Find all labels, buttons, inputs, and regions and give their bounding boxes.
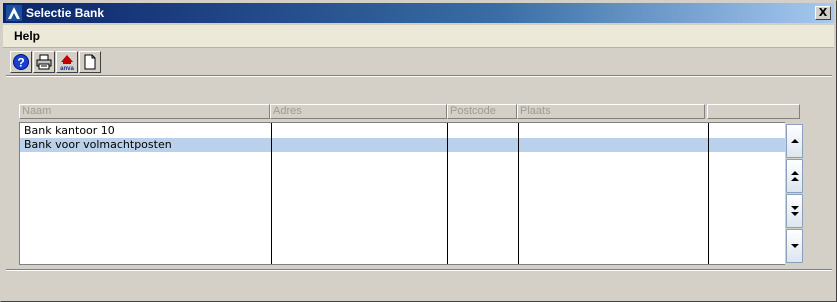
scroll-page-up-button[interactable] — [786, 159, 803, 193]
title-bar[interactable]: Selectie Bank X — [3, 3, 834, 23]
column-header-postcode[interactable]: Postcode — [447, 104, 517, 119]
scroll-bottom-button[interactable] — [786, 229, 803, 263]
column-header-naam-label: Naam — [22, 105, 52, 117]
arrow-up-icon — [790, 139, 799, 143]
scroll-page-down-button[interactable] — [786, 194, 803, 228]
column-separator — [708, 123, 709, 264]
help-button[interactable]: ? — [10, 51, 32, 73]
arrow-down-icon — [790, 212, 799, 216]
column-separator — [271, 123, 272, 264]
column-header-extra[interactable] — [707, 104, 800, 119]
cell-naam: Bank kantoor 10 — [24, 124, 115, 137]
cell-naam: Bank voor volmachtposten — [24, 138, 172, 151]
anva-logo-text: anva — [60, 66, 74, 71]
table-row[interactable]: Bank kantoor 10 — [20, 124, 785, 138]
arrow-down-icon — [790, 206, 799, 210]
grid-scrollbar[interactable] — [785, 122, 804, 265]
new-document-button[interactable] — [79, 51, 101, 73]
scroll-top-button[interactable] — [786, 124, 803, 158]
menu-help-label: Help — [14, 29, 41, 43]
arrow-up-icon — [790, 171, 799, 175]
selectie-bank-window: Selectie Bank X Help ? anva Naam Adres P… — [0, 0, 837, 302]
app-logo-icon — [6, 5, 22, 21]
status-divider — [6, 269, 832, 271]
column-header-plaats[interactable]: Plaats — [517, 104, 705, 119]
column-separator — [518, 123, 519, 264]
menu-bar: Help — [3, 25, 834, 48]
table-row-selected[interactable]: Bank voor volmachtposten — [20, 138, 785, 152]
anva-button[interactable]: anva — [56, 51, 78, 73]
new-document-icon — [84, 54, 96, 70]
window-title: Selectie Bank — [26, 6, 105, 20]
anva-logo-icon: anva — [60, 55, 74, 71]
column-header-naam[interactable]: Naam — [19, 104, 270, 119]
arrow-up-icon — [790, 177, 799, 181]
svg-text:?: ? — [17, 56, 24, 70]
arrow-down-icon — [790, 244, 799, 248]
column-header-adres-label: Adres — [273, 105, 302, 117]
column-header-postcode-label: Postcode — [450, 105, 496, 117]
print-button[interactable] — [33, 51, 55, 73]
bank-list-grid[interactable]: Bank kantoor 10 Bank voor volmachtposten — [19, 122, 804, 265]
column-header-plaats-label: Plaats — [520, 105, 551, 117]
menu-help[interactable]: Help — [14, 29, 40, 43]
column-header-adres[interactable]: Adres — [270, 104, 447, 119]
print-icon — [36, 54, 52, 70]
close-icon: X — [818, 6, 828, 19]
help-icon: ? — [13, 54, 29, 70]
column-separator — [447, 123, 448, 264]
toolbar: ? anva — [10, 51, 101, 73]
toolbar-divider — [6, 75, 832, 77]
close-button[interactable]: X — [815, 6, 831, 20]
